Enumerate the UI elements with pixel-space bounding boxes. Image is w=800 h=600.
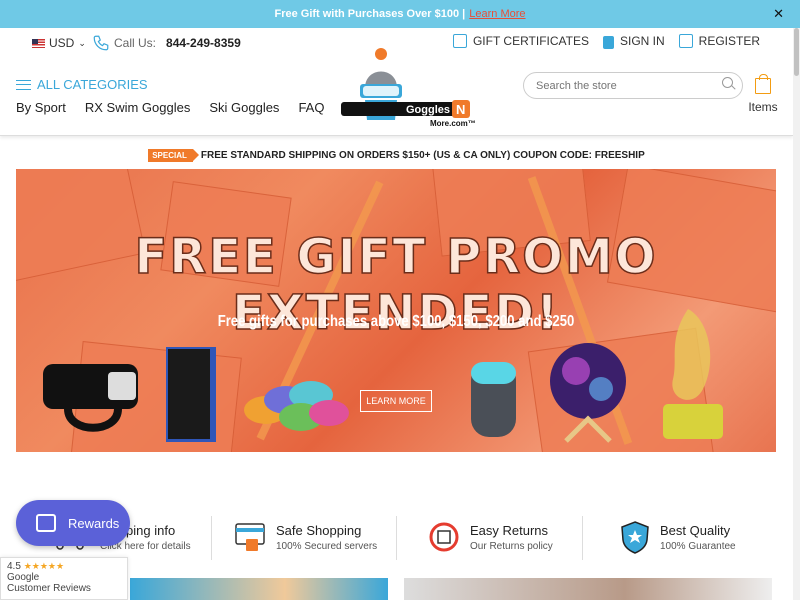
currency-selector[interactable]: USD ⌄ xyxy=(32,36,86,50)
nav-item-rx-swim-goggles[interactable]: RX Swim Goggles xyxy=(85,100,190,115)
feature-title: Easy Returns xyxy=(470,522,549,538)
phone-number[interactable]: 844-249-8359 xyxy=(166,36,241,50)
scrollbar-thumb[interactable] xyxy=(794,28,799,76)
rating-value: 4.5 xyxy=(7,561,21,572)
promo-banner[interactable]: FREE GIFT PROMO EXTENDED! Free gifts for… xyxy=(16,169,776,452)
nav-item-ski-goggles[interactable]: Ski Goggles xyxy=(209,100,279,115)
gift-certificates-link[interactable]: GIFT CERTIFICATES xyxy=(452,34,589,48)
feature-divider xyxy=(211,516,212,560)
promo-learn-more-link[interactable]: Learn More xyxy=(469,8,525,20)
shopping-bag-icon xyxy=(755,74,771,94)
banner-subtitle: Free gifts for purchases above $100, $15… xyxy=(217,313,575,330)
feature-safe-shopping[interactable]: Safe Shopping 100% Secured servers xyxy=(234,512,377,562)
logo-text: Goggles xyxy=(406,104,450,116)
cooling-towels-product-image xyxy=(244,381,349,431)
lock-icon xyxy=(602,35,614,49)
nav-item-by-sport[interactable]: By Sport xyxy=(16,100,66,115)
search-icon[interactable] xyxy=(722,77,733,88)
nav-item-faq[interactable]: FAQ xyxy=(298,100,324,115)
feature-best-quality[interactable]: Best Quality 100% Guarantee xyxy=(620,512,736,562)
gift-icon xyxy=(452,34,467,48)
currency-label: USD xyxy=(49,36,75,50)
rewards-label: Rewards xyxy=(68,515,120,531)
feature-title: Best Quality xyxy=(660,522,731,538)
promo-topbar: Free Gift with Purchases Over $100 | Lea… xyxy=(0,0,800,28)
shield-star-icon xyxy=(621,521,649,554)
site-logo[interactable]: Goggles N More.com™ xyxy=(338,48,488,128)
account-links: GIFT CERTIFICATES SIGN IN REGISTER xyxy=(452,34,760,49)
solar-charger-product-image xyxy=(166,347,216,442)
feature-subtitle: Our Returns policy xyxy=(470,540,553,552)
all-categories-label: ALL CATEGORIES xyxy=(37,77,148,92)
star-rating-icon: ★★★★★ xyxy=(23,561,65,571)
register-label: REGISTER xyxy=(698,34,760,48)
edit-icon xyxy=(678,34,693,48)
chevron-down-icon: ⌄ xyxy=(78,37,86,48)
page-scrollbar[interactable] xyxy=(793,28,800,600)
cart-button[interactable]: Items xyxy=(748,74,778,114)
close-icon[interactable]: ✕ xyxy=(773,6,784,22)
feature-title: Safe Shopping xyxy=(276,522,362,538)
returns-icon xyxy=(429,522,459,552)
register-link[interactable]: REGISTER xyxy=(678,34,760,48)
secure-card-icon xyxy=(235,523,265,551)
bike-light-product-image xyxy=(43,364,138,432)
shipping-notice: SPECIAL FREE STANDARD SHIPPING ON ORDERS… xyxy=(0,142,793,168)
feature-subtitle: 100% Secured servers xyxy=(276,540,378,552)
phone-icon xyxy=(93,35,109,51)
feature-easy-returns[interactable]: Easy Returns Our Returns policy xyxy=(428,512,553,562)
logo-badge: N xyxy=(456,102,465,117)
gift-bag-icon xyxy=(36,514,56,532)
search-input[interactable] xyxy=(523,72,743,99)
sign-in-link[interactable]: SIGN IN xyxy=(602,34,665,49)
humidifier-product-image xyxy=(471,362,516,437)
us-flag-icon xyxy=(32,38,45,48)
rewards-button[interactable]: Rewards xyxy=(16,500,130,546)
feature-divider xyxy=(396,516,397,560)
cart-label: Items xyxy=(748,100,778,114)
special-badge: SPECIAL xyxy=(148,148,199,162)
feature-divider xyxy=(582,516,583,560)
site-header: USD ⌄ Call Us: 844-249-8359 GIFT CERTIFI… xyxy=(0,28,793,136)
call-us[interactable]: Call Us: 844-249-8359 xyxy=(92,34,241,52)
call-us-label: Call Us: xyxy=(114,36,157,50)
category-image[interactable] xyxy=(130,578,388,600)
logo-subtext: More.com™ xyxy=(430,119,476,128)
dolphin-lamp-product-image xyxy=(663,309,723,439)
feature-subtitle: 100% Guarantee xyxy=(660,540,736,552)
menu-icon xyxy=(16,79,31,90)
main-nav: By Sport RX Swim Goggles Ski Goggles FAQ xyxy=(16,100,324,115)
customer-reviews-label: Customer Reviews xyxy=(7,583,91,594)
promo-text: Free Gift with Purchases Over $100 | xyxy=(274,8,466,20)
sign-in-label: SIGN IN xyxy=(619,34,665,48)
shipping-text: FREE STANDARD SHIPPING ON ORDERS $150+ (… xyxy=(200,149,645,161)
google-brand: Google xyxy=(7,572,40,583)
all-categories-menu[interactable]: ALL CATEGORIES xyxy=(16,77,148,92)
category-image[interactable] xyxy=(404,578,772,600)
galaxy-lamp-product-image xyxy=(550,343,626,443)
google-reviews-badge[interactable]: 4.5 ★★★★★ Google Customer Reviews xyxy=(0,557,128,600)
banner-learn-more-button[interactable]: LEARN MORE xyxy=(360,390,432,412)
gift-certificates-label: GIFT CERTIFICATES xyxy=(472,34,589,48)
